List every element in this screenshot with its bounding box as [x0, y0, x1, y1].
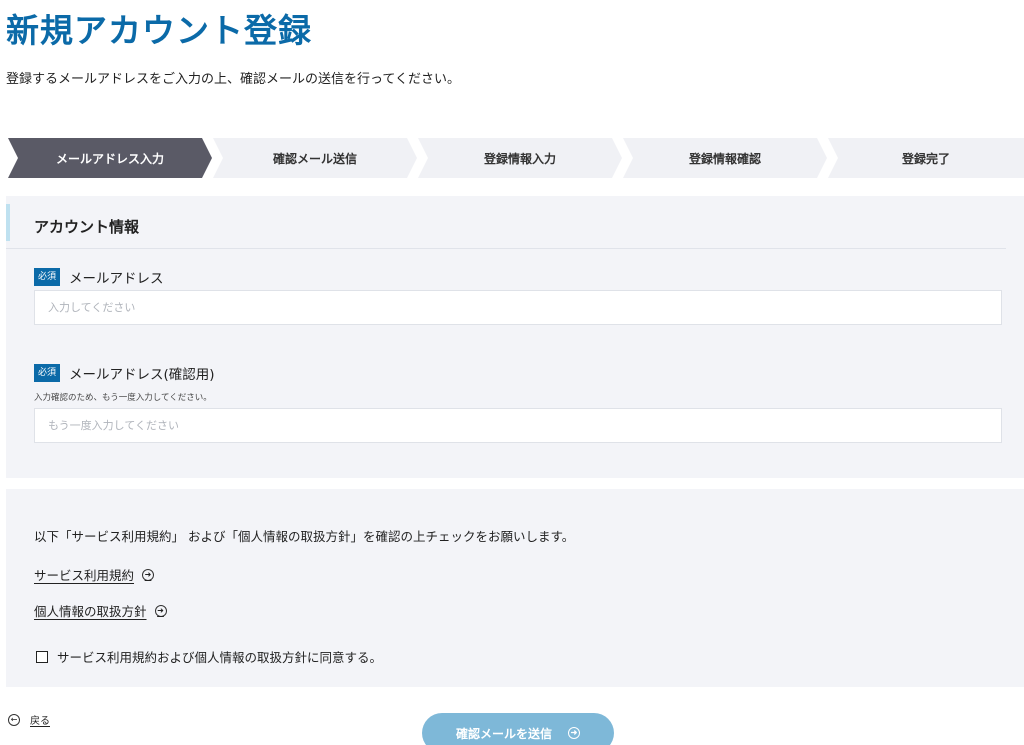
step-label: 登録完了 [901, 151, 950, 166]
email-confirm-input[interactable] [34, 408, 1002, 443]
terms-of-service-link[interactable]: サービス利用規約 ➜ [34, 565, 155, 584]
progress-stepper: メールアドレス入力 確認メール送信 登録情報入力 登録情報確認 登録完了 [8, 138, 1024, 178]
email-confirm-label: 必須 メールアドレス(確認用) [34, 363, 215, 383]
arrow-circle-left-icon: ← [8, 713, 20, 726]
email-confirm-label-text: メールアドレス(確認用) [69, 367, 215, 383]
section-header: アカウント情報 [6, 204, 1006, 249]
email-label: 必須 メールアドレス [34, 267, 164, 287]
page-title: 新規アカウント登録 [6, 11, 312, 50]
step-label: 登録情報確認 [688, 151, 761, 166]
email-label-text: メールアドレス [69, 271, 164, 287]
privacy-policy-label: 個人情報の取扱方針 [34, 604, 147, 619]
step-label: メールアドレス入力 [55, 151, 164, 166]
terms-of-service-label: サービス利用規約 [34, 568, 135, 583]
email-confirm-hint: 入力確認のため、もう一度入力してください。 [34, 393, 212, 403]
step-email-input: メールアドレス入力 [8, 138, 212, 178]
terms-section: 以下「サービス利用規約」 および「個人情報の取扱方針」を確認の上チェックをお願い… [6, 489, 1024, 687]
terms-instruction: 以下「サービス利用規約」 および「個人情報の取扱方針」を確認の上チェックをお願い… [34, 529, 575, 544]
back-label: 戻る [30, 716, 50, 727]
send-confirmation-label: 確認メールを送信 [455, 726, 552, 741]
section-accent-bar [6, 204, 10, 241]
send-confirmation-button[interactable]: 確認メールを送信 ➜ [422, 713, 614, 745]
email-input[interactable] [34, 290, 1002, 325]
section-title: アカウント情報 [34, 218, 140, 236]
required-badge: 必須 [34, 268, 61, 286]
arrow-circle-right-icon: ➜ [568, 727, 580, 739]
arrow-circle-right-icon: ➜ [142, 568, 155, 581]
page-lead: 登録するメールアドレスをご入力の上、確認メールの送信を行ってください。 [6, 72, 460, 87]
agree-checkbox[interactable] [36, 650, 48, 663]
step-label: 登録情報入力 [483, 151, 556, 166]
arrow-circle-right-icon: ➜ [154, 604, 167, 617]
step-send-confirmation: 確認メール送信 [213, 138, 417, 178]
required-badge: 必須 [34, 364, 61, 382]
privacy-policy-link[interactable]: 個人情報の取扱方針 ➜ [34, 601, 167, 620]
step-info-confirm: 登録情報確認 [623, 138, 827, 178]
back-link[interactable]: ← 戻る [8, 712, 50, 727]
agree-label: サービス利用規約および個人情報の取扱方針に同意する。 [57, 650, 383, 665]
step-info-input: 登録情報入力 [418, 138, 622, 178]
step-label: 確認メール送信 [272, 151, 357, 166]
account-section: アカウント情報 必須 メールアドレス 必須 メールアドレス(確認用) 入力確認の… [6, 196, 1024, 478]
step-complete: 登録完了 [828, 138, 1024, 178]
agree-checkbox-row[interactable]: サービス利用規約および個人情報の取扱方針に同意する。 [36, 647, 382, 666]
